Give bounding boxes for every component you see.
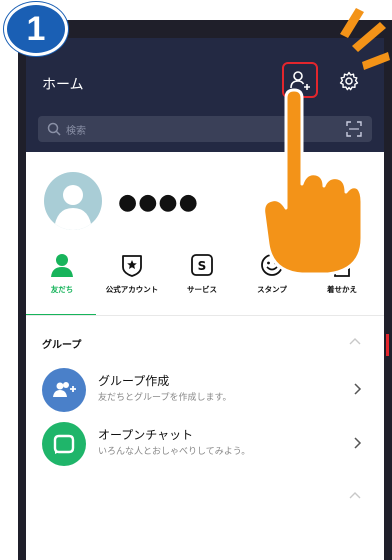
red-edge-mark	[386, 334, 389, 356]
avatar[interactable]	[44, 172, 102, 230]
tab-services[interactable]: S サービス	[166, 252, 238, 295]
attention-burst-icon	[340, 8, 390, 70]
openchat-icon	[42, 422, 86, 466]
default-avatar-icon	[54, 185, 92, 230]
official-account-icon	[122, 255, 142, 277]
page-title: ホーム	[42, 77, 84, 93]
list-item-title: オープンチャット	[98, 428, 194, 442]
list-item-open-chat[interactable]: オープンチャット いろんな人とおしゃべりしてみよう。	[26, 414, 384, 470]
tab-label: 友だち	[50, 285, 74, 294]
group-section-title: グループ	[42, 340, 82, 351]
chevron-up-icon[interactable]	[348, 336, 362, 346]
divider	[26, 315, 384, 316]
tab-official-accounts[interactable]: 公式アカウント	[96, 252, 168, 295]
person-icon	[51, 254, 73, 277]
tab-label: 公式アカウント	[105, 285, 159, 294]
group-add-icon	[42, 368, 86, 412]
chevron-up-icon[interactable]	[348, 490, 362, 500]
service-icon: S	[191, 254, 213, 276]
list-item-create-group[interactable]: グループ作成 友だちとグループを作成します。	[26, 360, 384, 416]
profile-name[interactable]: ●●●●	[118, 192, 199, 214]
tab-friends[interactable]: 友だち	[26, 252, 98, 295]
tutorial-screenshot: ホーム 検索 ●●●● 友だち 公式アカウント S サービス スタンプ 着せかえ…	[0, 0, 392, 560]
tab-label: スタンプ	[257, 285, 287, 294]
pointing-hand-icon	[262, 88, 362, 276]
step-number-badge: 1	[4, 2, 68, 56]
search-placeholder: 検索	[66, 126, 86, 137]
tab-label: 着せかえ	[327, 285, 357, 294]
chevron-right-icon	[354, 383, 362, 395]
list-item-subtitle: いろんな人とおしゃべりしてみよう。	[98, 447, 251, 457]
svg-text:S: S	[198, 259, 207, 273]
chevron-right-icon	[354, 437, 362, 449]
list-item-subtitle: 友だちとグループを作成します。	[98, 393, 232, 403]
list-item-title: グループ作成	[98, 374, 170, 388]
step-number: 1	[26, 10, 46, 48]
search-icon	[47, 122, 61, 136]
tab-label: サービス	[187, 285, 217, 294]
